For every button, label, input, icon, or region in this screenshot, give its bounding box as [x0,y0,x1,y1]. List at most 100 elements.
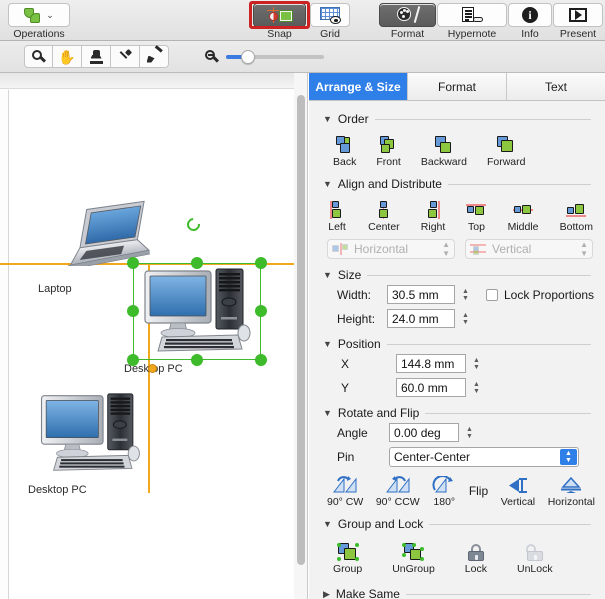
distribute-horizontal-icon [332,243,348,255]
canvas-area[interactable]: Laptop [0,73,308,599]
width-input[interactable]: 30.5 mm [387,285,455,304]
width-stepper[interactable]: ▲▼ [459,285,472,304]
flip-horizontal-button[interactable]: Horizontal [548,472,595,508]
section-header-order[interactable]: ▼ Order [323,112,595,126]
selection-handle-middle-left[interactable] [127,305,139,317]
rotate-180-label: 180° [432,496,456,508]
section-header-align[interactable]: ▼ Align and Distribute [323,177,595,191]
align-top-button[interactable]: Top [466,197,486,233]
flip-vertical-label: Vertical [501,496,535,508]
align-middle-button[interactable]: Middle [508,197,539,233]
disclosure-triangle-icon[interactable]: ▼ [323,408,332,418]
hypernote-label: Hypernote [437,28,507,40]
position-x-stepper[interactable]: ▲▼ [470,354,483,373]
magnifier-minus-icon[interactable] [205,50,219,64]
section-title-group: Group and Lock [338,517,423,531]
height-input[interactable]: 24.0 mm [387,309,455,328]
selection-box[interactable] [133,263,261,360]
unlock-button[interactable]: UnLock [517,539,553,575]
flip-vertical-button[interactable]: Vertical [501,472,535,508]
bring-forward-button[interactable]: Forward [487,132,526,168]
hand-tool[interactable]: ✋ [53,45,82,68]
rotate-cw-button[interactable]: 90° CW [327,472,363,508]
angle-stepper[interactable]: ▲▼ [463,423,476,442]
object-label-desktop: Desktop PC [28,484,87,496]
height-label: Height: [337,312,387,326]
tab-arrange-size[interactable]: Arrange & Size [309,73,408,100]
rotate-ccw-button[interactable]: 90° CCW [376,472,420,508]
align-left-button[interactable]: Left [327,197,347,233]
ungroup-button[interactable]: UnGroup [392,539,435,575]
pin-select[interactable]: Center-Center ▲▼ [389,447,579,467]
disclosure-triangle-icon[interactable]: ▼ [323,339,332,349]
align-center-button[interactable]: Center [368,197,400,233]
grid-button[interactable]: Grid [310,3,350,40]
group-button[interactable]: Group [333,539,362,575]
canvas-vertical-scrollbar[interactable] [297,95,305,565]
grid-eye-icon [320,7,340,23]
laptop-image[interactable] [60,198,152,266]
align-bottom-button[interactable]: Bottom [560,197,593,233]
selection-handle-top-center[interactable] [191,257,203,269]
bring-to-front-button[interactable]: Front [376,132,401,168]
position-x-input[interactable]: 144.8 mm [396,354,466,373]
zoom-slider-knob[interactable] [241,50,255,64]
align-right-label: Right [421,221,446,233]
selection-handle-bottom-right[interactable] [255,354,267,366]
operations-button[interactable]: ⌄ Operations [8,3,70,40]
disclosure-triangle-collapsed-icon[interactable]: ▶ [323,589,330,599]
angle-input[interactable]: 0.00 deg [389,423,459,442]
chevron-down-icon: ⌄ [46,10,54,21]
stepper-icon[interactable]: ▲▼ [580,240,588,258]
desktop-pc-image[interactable] [35,390,145,476]
disclosure-triangle-icon[interactable]: ▼ [323,114,332,124]
divider [448,184,591,185]
zoom-slider-track[interactable] [226,55,324,59]
send-backward-label: Backward [421,156,467,168]
stepper-icon[interactable]: ▲▼ [442,240,450,258]
tab-text[interactable]: Text [507,73,605,100]
eyedropper-tool[interactable] [111,45,140,68]
section-header-rotate[interactable]: ▼ Rotate and Flip [323,406,595,420]
zoom-slider-group[interactable] [205,47,324,67]
disclosure-triangle-icon[interactable]: ▼ [323,270,332,280]
pin-row: Pin Center-Center ▲▼ [337,447,595,467]
snap-button[interactable]: Snap [253,3,306,40]
lock-button[interactable]: Lock [465,539,487,575]
section-header-group[interactable]: ▼ Group and Lock [323,517,595,531]
disclosure-triangle-icon[interactable]: ▼ [323,519,332,529]
format-button[interactable]: Format [379,3,436,40]
section-header-make-same[interactable]: ▶ Make Same [323,587,595,599]
width-row: Width: 30.5 mm ▲▼ Lock Proportions [337,285,595,304]
shapes-icon [24,7,41,24]
lock-proportions-checkbox[interactable] [486,289,498,301]
info-button[interactable]: i Info [508,3,552,40]
section-header-position[interactable]: ▼ Position [323,337,595,351]
rotate-180-button[interactable]: 180° [432,472,456,508]
zoom-tool[interactable] [24,45,53,68]
send-backward-button[interactable]: Backward [421,132,467,168]
brush-tool[interactable] [140,45,169,68]
chevron-updown-icon[interactable]: ▲▼ [560,449,577,465]
selection-handle-middle-right[interactable] [255,305,267,317]
tab-format[interactable]: Format [408,73,507,100]
position-y-stepper[interactable]: ▲▼ [470,378,483,397]
stamp-tool[interactable] [82,45,111,68]
distribute-horizontal-select[interactable]: Horizontal ▲▼ [327,239,455,259]
lock-proportions-row[interactable]: Lock Proportions [486,288,594,302]
section-header-size[interactable]: ▼ Size [323,268,595,282]
selection-handle-top-left[interactable] [127,257,139,269]
distribute-vertical-select[interactable]: Vertical ▲▼ [465,239,593,259]
selection-handle-top-right[interactable] [255,257,267,269]
position-y-input[interactable]: 60.0 mm [396,378,466,397]
align-right-button[interactable]: Right [421,197,446,233]
height-stepper[interactable]: ▲▼ [459,309,472,328]
send-to-back-button[interactable]: Back [333,132,356,168]
section-title-size: Size [338,268,361,282]
align-top-label: Top [466,221,486,233]
selection-handle-bottom-center[interactable] [191,354,203,366]
distribute-vertical-value: Vertical [492,242,574,256]
hypernote-button[interactable]: Hypernote [437,3,507,40]
present-button[interactable]: Present [553,3,603,40]
disclosure-triangle-icon[interactable]: ▼ [323,179,332,189]
